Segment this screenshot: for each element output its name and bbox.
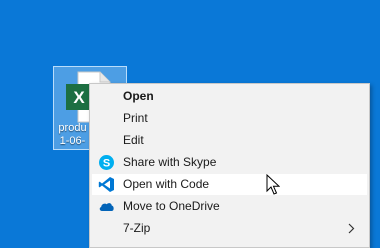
file-name-label: produ 1-06- [56,122,89,148]
menu-item-open-label: Open [123,89,154,103]
vscode-icon [98,177,114,192]
skype-icon: S [99,155,114,170]
menu-item-open-with-code-label: Open with Code [123,177,210,191]
menu-item-share-with-skype[interactable]: S Share with Skype [92,152,367,173]
menu-item-share-with-skype-label: Share with Skype [123,155,217,169]
file-name-line2: 1-06- [59,135,86,147]
menu-item-edit-label: Edit [123,133,144,147]
chevron-right-icon [348,223,355,234]
excel-badge-letter: X [73,88,85,107]
onedrive-icon [99,203,114,211]
menu-item-open[interactable]: Open [92,86,367,107]
menu-item-7-zip-label: 7-Zip [123,221,151,235]
menu-item-move-to-onedrive-label: Move to OneDrive [123,199,220,213]
menu-item-print[interactable]: Print [92,108,367,129]
svg-text:S: S [103,158,110,170]
menu-item-7-zip[interactable]: 7-Zip [92,218,367,239]
desktop[interactable]: X produ 1-06- Open Print Edit S Share wi… [0,0,380,248]
file-name-line1: produ [58,122,87,134]
menu-item-print-label: Print [123,111,148,125]
context-menu: Open Print Edit S Share with Skype Open … [89,83,370,248]
menu-item-move-to-onedrive[interactable]: Move to OneDrive [92,196,367,217]
menu-item-open-with-code[interactable]: Open with Code [92,174,367,195]
menu-item-edit[interactable]: Edit [92,130,367,151]
mouse-pointer-icon [266,174,280,195]
